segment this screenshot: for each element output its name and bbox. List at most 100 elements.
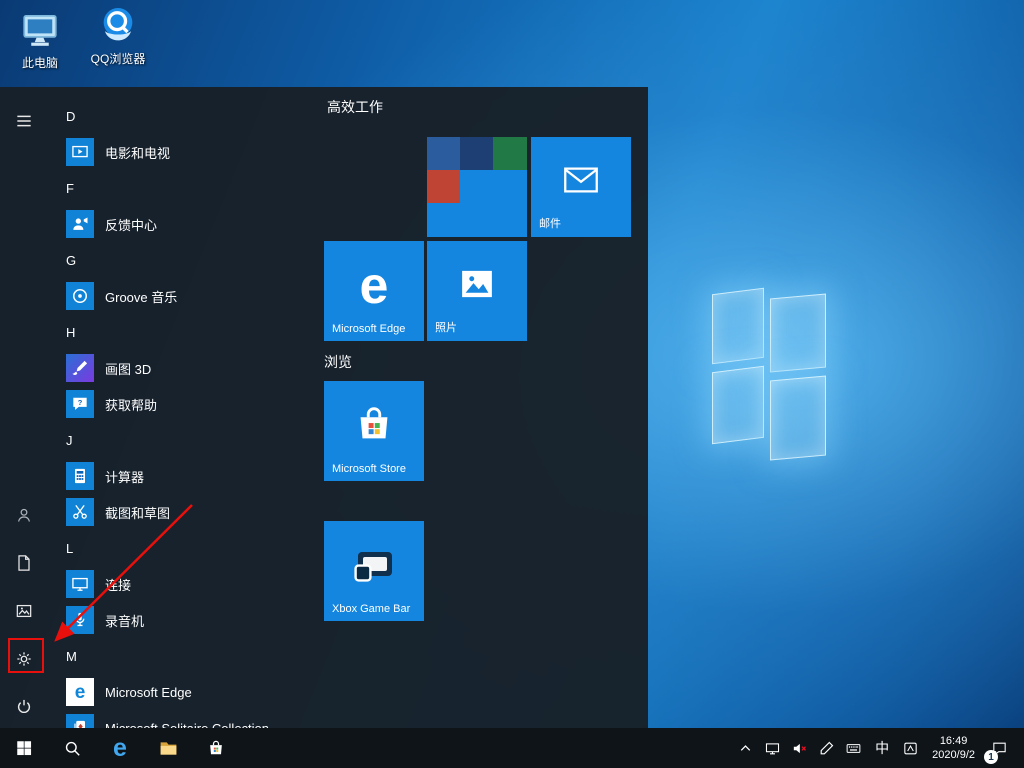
- app-label: 截图和草图: [105, 503, 170, 522]
- app-list-item-voice-recorder[interactable]: 录音机: [66, 602, 324, 638]
- pictures-button[interactable]: [12, 599, 36, 623]
- groove-music-icon: [66, 282, 94, 310]
- letter-label: F: [66, 181, 74, 196]
- app-label: 计算器: [105, 467, 144, 486]
- mosaic-square: [460, 137, 493, 170]
- app-tile-mail[interactable]: 邮件: [531, 137, 631, 237]
- edge-icon: e: [360, 260, 389, 312]
- desktop-icon-this-pc[interactable]: 此电脑: [2, 8, 78, 71]
- ime-language-indicator[interactable]: 中: [867, 728, 897, 768]
- windows-ink-button[interactable]: [813, 728, 840, 768]
- start-button[interactable]: [0, 728, 48, 768]
- pictures-icon: [14, 601, 34, 621]
- system-tray: 中 16:49 2020/9/2 1: [732, 728, 1024, 768]
- tile-group-title-productivity[interactable]: 高效工作: [327, 97, 383, 117]
- app-list-item-feedback-hub[interactable]: 反馈中心: [66, 206, 324, 242]
- app-list-item-calculator[interactable]: 计算器: [66, 458, 324, 494]
- tile-label: 邮件: [539, 215, 561, 231]
- windows-logo-pane: [712, 288, 764, 364]
- volume-tray-button[interactable]: [786, 728, 813, 768]
- app-list-letter-g[interactable]: G: [66, 242, 324, 278]
- hidden-icons-button[interactable]: [732, 728, 759, 768]
- desktop-icon-qq-browser[interactable]: QQ浏览器: [80, 4, 156, 67]
- gear-icon: [14, 649, 34, 669]
- letter-label: G: [66, 253, 76, 268]
- taskbar-search-button[interactable]: [48, 728, 96, 768]
- app-label: 录音机: [105, 611, 144, 630]
- solitaire-icon: [66, 714, 94, 728]
- app-list-letter-d[interactable]: D: [66, 98, 324, 134]
- calculator-icon: [66, 462, 94, 490]
- network-tray-button[interactable]: [759, 728, 786, 768]
- snip-sketch-icon: [66, 498, 94, 526]
- hamburger-icon: [14, 111, 34, 131]
- keyboard-icon: [845, 740, 862, 757]
- taskbar-edge-button[interactable]: e: [96, 728, 144, 768]
- tile-group-title-explore[interactable]: 浏览: [324, 352, 352, 372]
- start-app-list: D 电影和电视 F 反馈中心 G Groove 音乐 H 画图 3D ? 获取帮…: [48, 87, 324, 728]
- mosaic-square: [427, 170, 460, 203]
- app-list-item-get-help[interactable]: ? 获取帮助: [66, 386, 324, 422]
- mosaic-square: [427, 137, 460, 170]
- taskbar-store-button[interactable]: [192, 728, 240, 768]
- photos-icon: [456, 275, 498, 308]
- edge-icon: e: [66, 678, 94, 706]
- power-icon: [14, 697, 34, 717]
- windows-logo-pane: [770, 376, 826, 461]
- touch-keyboard-button[interactable]: [840, 728, 867, 768]
- app-label: Microsoft Solitaire Collection: [105, 721, 269, 729]
- taskbar-file-explorer-button[interactable]: [144, 728, 192, 768]
- clock-time: 16:49: [932, 734, 975, 748]
- start-rail: [0, 87, 48, 728]
- document-icon: [14, 553, 34, 573]
- app-tile-store[interactable]: Microsoft Store: [324, 381, 424, 481]
- clock-date: 2020/9/2: [932, 748, 975, 762]
- app-tile-office-mosaic[interactable]: [427, 137, 527, 237]
- app-list-letter-h[interactable]: H: [66, 314, 324, 350]
- hamburger-menu-button[interactable]: [12, 109, 36, 133]
- notification-badge: 1: [984, 750, 998, 764]
- mosaic-square: [493, 137, 527, 170]
- paint-3d-icon: [66, 354, 94, 382]
- app-label: 反馈中心: [105, 215, 157, 234]
- app-list-item-microsoft-edge[interactable]: e Microsoft Edge: [66, 674, 324, 710]
- app-label: Groove 音乐: [105, 287, 177, 306]
- letter-label: L: [66, 541, 73, 556]
- app-list-item-solitaire[interactable]: Microsoft Solitaire Collection: [66, 710, 324, 728]
- file-explorer-icon: [158, 738, 179, 759]
- xbox-game-bar-icon: [350, 552, 398, 591]
- chevron-up-icon: [737, 740, 754, 757]
- volume-muted-icon: [791, 740, 808, 757]
- action-center-button[interactable]: 1: [983, 728, 1020, 768]
- app-list-item-paint-3d[interactable]: 画图 3D: [66, 350, 324, 386]
- desktop-icon-label: QQ浏览器: [91, 52, 146, 66]
- app-list-letter-m[interactable]: M: [66, 638, 324, 674]
- user-icon: [14, 505, 34, 525]
- app-tile-photos[interactable]: 照片: [427, 241, 527, 341]
- ime-mode-icon[interactable]: [897, 728, 924, 768]
- feedback-hub-icon: [66, 210, 94, 238]
- desktop-icon-label: 此电脑: [22, 56, 58, 70]
- app-tile-edge[interactable]: e Microsoft Edge: [324, 241, 424, 341]
- letter-label: M: [66, 649, 77, 664]
- settings-button[interactable]: [12, 647, 36, 671]
- taskbar-clock[interactable]: 16:49 2020/9/2: [924, 734, 983, 763]
- app-list-item-groove-music[interactable]: Groove 音乐: [66, 278, 324, 314]
- documents-button[interactable]: [12, 551, 36, 575]
- app-list-item-connect[interactable]: 连接: [66, 566, 324, 602]
- app-label: 电影和电视: [105, 143, 170, 162]
- app-list-letter-f[interactable]: F: [66, 170, 324, 206]
- app-list-item-snip-sketch[interactable]: 截图和草图: [66, 494, 324, 530]
- app-list-letter-l[interactable]: L: [66, 530, 324, 566]
- app-list-item-movies-tv[interactable]: 电影和电视: [66, 134, 324, 170]
- qq-browser-icon: [80, 4, 156, 50]
- power-button[interactable]: [12, 695, 36, 719]
- user-account-button[interactable]: [12, 503, 36, 527]
- app-tile-xbox-game-bar[interactable]: Xbox Game Bar: [324, 521, 424, 621]
- app-label: 画图 3D: [105, 359, 151, 378]
- app-label: 获取帮助: [105, 395, 157, 414]
- tile-label: Microsoft Edge: [332, 323, 405, 335]
- app-list-letter-j[interactable]: J: [66, 422, 324, 458]
- pen-icon: [818, 740, 835, 757]
- this-pc-icon: [2, 8, 78, 54]
